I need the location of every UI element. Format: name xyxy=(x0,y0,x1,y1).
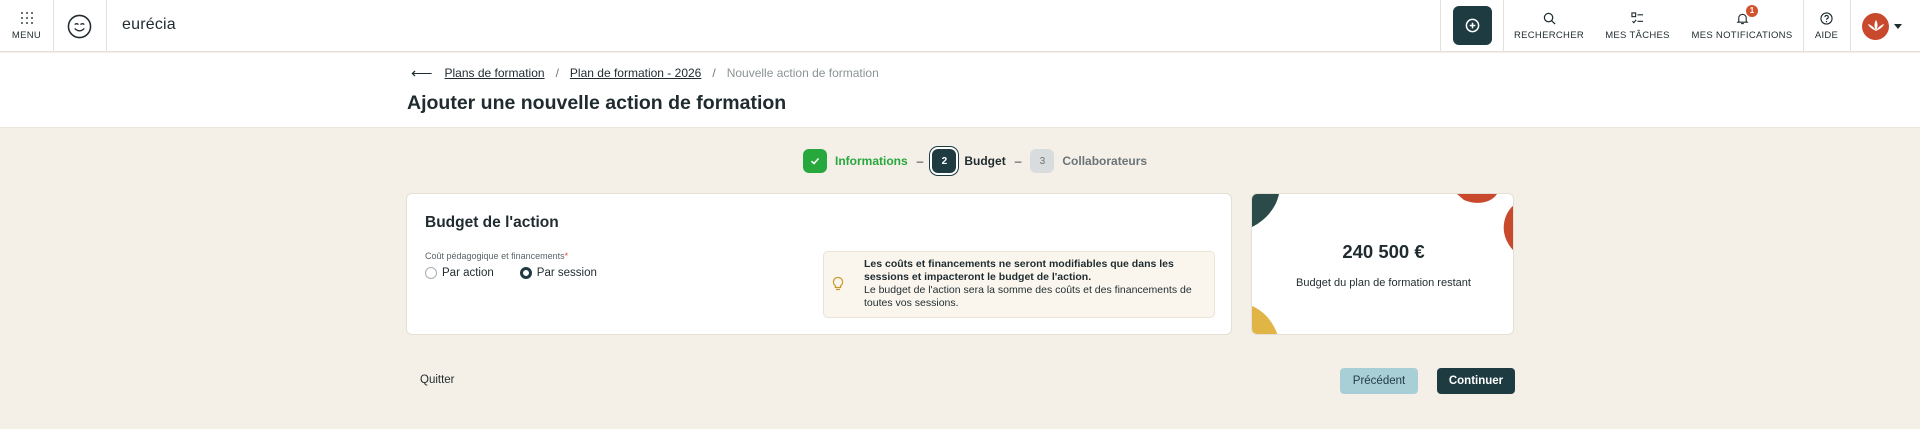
create-button[interactable] xyxy=(1453,6,1492,45)
remaining-amount-label: Budget du plan de formation restant xyxy=(1296,277,1471,289)
radio-par-action-label: Par action xyxy=(442,267,494,279)
previous-button[interactable]: Précédent xyxy=(1340,368,1418,394)
grid-icon xyxy=(20,11,33,24)
radio-par-action[interactable]: Par action xyxy=(425,267,494,279)
required-mark: * xyxy=(564,251,569,261)
breadcrumb-separator: / xyxy=(712,66,716,80)
back-arrow-icon[interactable]: ⟵ xyxy=(411,64,433,82)
top-bar: MENU eurécia RECHERCHER MES TÂCHES 1 MES… xyxy=(0,0,1920,52)
cost-field-label: Coût pédagogique et financements* xyxy=(425,251,569,261)
step-3-indicator: 3 xyxy=(1030,149,1055,173)
step-3-label: Collaborateurs xyxy=(1062,154,1148,168)
step-1-indicator[interactable] xyxy=(803,149,827,173)
tasks-icon xyxy=(1631,11,1644,24)
info-bold-text: Les coûts et financements ne seront modi… xyxy=(864,258,1174,283)
breadcrumb-separator: / xyxy=(555,66,559,80)
cost-mode-radio-group: Par action Par session xyxy=(425,267,623,279)
info-callout: Les coûts et financements ne seront modi… xyxy=(823,251,1215,318)
step-2-indicator[interactable]: 2 xyxy=(932,149,957,173)
nav-search-label: RECHERCHER xyxy=(1513,29,1585,41)
decorative-shapes xyxy=(1252,194,1513,334)
step-1-label[interactable]: Informations xyxy=(835,154,908,168)
radio-par-session[interactable]: Par session xyxy=(519,267,597,279)
lightbulb-icon xyxy=(832,276,844,291)
step-connector: – xyxy=(1014,154,1022,168)
menu-button[interactable]: MENU xyxy=(0,0,53,52)
nav-tasks-label: MES TÂCHES xyxy=(1605,29,1670,41)
remaining-budget-card: 240 500 € Budget du plan de formation re… xyxy=(1251,193,1514,335)
radio-par-session-label: Par session xyxy=(536,267,597,279)
nav-tasks[interactable]: MES TÂCHES xyxy=(1595,0,1680,52)
nav-notifications-label: MES NOTIFICATIONS xyxy=(1691,29,1793,41)
continue-button[interactable]: Continuer xyxy=(1437,368,1515,394)
check-icon xyxy=(810,157,820,165)
user-menu[interactable] xyxy=(1862,12,1902,40)
remaining-amount: 240 500 € xyxy=(1342,241,1425,262)
leaf-icon xyxy=(1867,20,1884,31)
avatar xyxy=(1862,12,1889,40)
nav-search[interactable]: RECHERCHER xyxy=(1503,0,1595,52)
chevron-down-icon xyxy=(1894,23,1902,29)
notification-badge: 1 xyxy=(1746,5,1758,17)
radio-indicator-selected[interactable] xyxy=(519,267,532,279)
radio-indicator[interactable] xyxy=(425,267,437,279)
step-2-label[interactable]: Budget xyxy=(964,154,1005,168)
plus-circle-icon xyxy=(1465,18,1480,33)
breadcrumb-current: Nouvelle action de formation xyxy=(726,66,879,80)
budget-card-title: Budget de l'action xyxy=(425,214,559,231)
nav-notifications[interactable]: 1 MES NOTIFICATIONS xyxy=(1680,0,1804,52)
step-connector: – xyxy=(916,154,924,168)
brand-name: eurécia xyxy=(122,16,176,33)
breadcrumb-link-plans[interactable]: Plans de formation xyxy=(445,66,545,80)
nav-help-label: AIDE xyxy=(1814,29,1839,41)
eurecia-logo-icon[interactable] xyxy=(67,14,92,39)
nav-help[interactable]: AIDE xyxy=(1803,0,1850,52)
search-icon xyxy=(1543,12,1555,24)
menu-label: MENU xyxy=(11,29,42,41)
page-header: ⟵ Plans de formation / Plan de formation… xyxy=(0,53,1920,128)
help-icon xyxy=(1820,11,1833,25)
quit-button[interactable]: Quitter xyxy=(420,374,455,386)
breadcrumb-link-plan-2026[interactable]: Plan de formation - 2026 xyxy=(570,66,701,80)
stepper: Informations – 2 Budget – 3 Collaborateu… xyxy=(803,149,1147,173)
breadcrumb: ⟵ Plans de formation / Plan de formation… xyxy=(411,62,879,84)
page-title: Ajouter une nouvelle action de formation xyxy=(407,92,787,114)
budget-card: Budget de l'action Coût pédagogique et f… xyxy=(406,193,1232,335)
info-text: Le budget de l'action sera la somme des … xyxy=(864,284,1192,309)
